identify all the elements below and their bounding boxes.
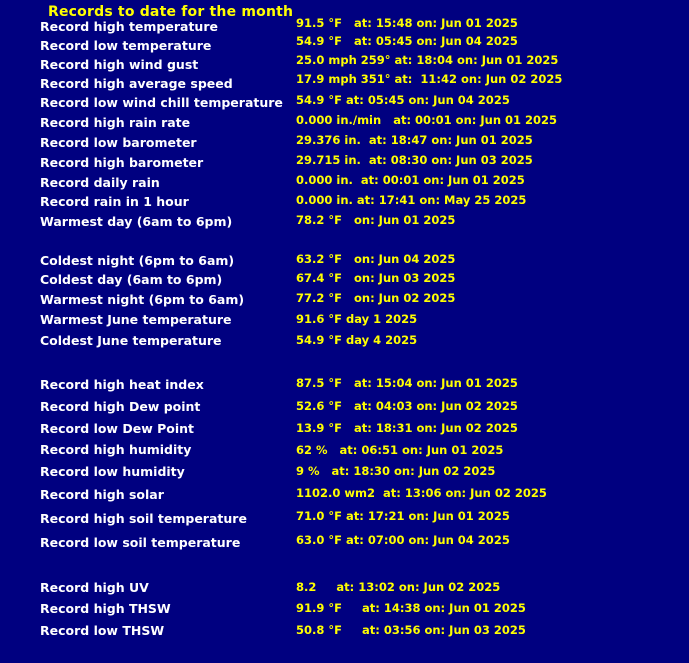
record-low-thsw-label: Record low THSW (40, 623, 165, 638)
record-high-wind-gust-label: Record high wind gust (40, 57, 199, 72)
record-low-thsw-value: 50.8 °F at: 03:56 on: Jun 03 2025 (296, 623, 526, 637)
record-high-dew-point-label: Record high Dew point (40, 399, 201, 414)
record-high-humidity-value: 62 % at: 06:51 on: Jun 01 2025 (296, 443, 504, 457)
record-high-soil-temperature-value: 71.0 °F at: 17:21 on: Jun 01 2025 (296, 509, 510, 523)
record-high-wind-gust-value: 25.0 mph 259° at: 18:04 on: Jun 01 2025 (296, 53, 559, 67)
record-rain-1-hour-label: Record rain in 1 hour (40, 194, 189, 209)
record-high-thsw-value: 91.9 °F at: 14:38 on: Jun 01 2025 (296, 601, 526, 615)
record-high-soil-temperature-label: Record high soil temperature (40, 511, 247, 526)
record-low-wind-chill-value: 54.9 °F at: 05:45 on: Jun 04 2025 (296, 93, 510, 107)
coldest-night-label: Coldest night (6pm to 6am) (40, 253, 235, 268)
record-high-heat-index-label: Record high heat index (40, 377, 204, 392)
record-low-soil-temperature-value: 63.0 °F at: 07:00 on: Jun 04 2025 (296, 533, 510, 547)
record-low-temperature-value: 54.9 °F at: 05:45 on: Jun 04 2025 (296, 34, 518, 48)
record-low-temperature-label: Record low temperature (40, 38, 212, 53)
record-low-barometer-label: Record low barometer (40, 135, 197, 150)
record-high-heat-index-value: 87.5 °F at: 15:04 on: Jun 01 2025 (296, 376, 518, 390)
record-high-thsw-label: Record high THSW (40, 601, 171, 616)
record-high-uv-value: 8.2 at: 13:02 on: Jun 02 2025 (296, 580, 501, 594)
warmest-june-temperature-label: Warmest June temperature (40, 312, 232, 327)
warmest-night-value: 77.2 °F on: Jun 02 2025 (296, 291, 456, 305)
record-high-temperature-label: Record high temperature (40, 19, 218, 34)
record-low-humidity-value: 9 % at: 18:30 on: Jun 02 2025 (296, 464, 496, 478)
record-high-rain-rate-value: 0.000 in./min at: 00:01 on: Jun 01 2025 (296, 113, 558, 127)
record-low-dew-point-label: Record low Dew Point (40, 421, 194, 436)
record-high-barometer-value: 29.715 in. at: 08:30 on: Jun 03 2025 (296, 153, 533, 167)
record-high-average-speed-value: 17.9 mph 351° at: 11:42 on: Jun 02 2025 (296, 72, 563, 86)
coldest-day-value: 67.4 °F on: Jun 03 2025 (296, 271, 456, 285)
record-low-soil-temperature-label: Record low soil temperature (40, 535, 241, 550)
record-high-uv-label: Record high UV (40, 580, 149, 595)
warmest-day-value: 78.2 °F on: Jun 01 2025 (296, 213, 456, 227)
record-daily-rain-label: Record daily rain (40, 175, 160, 190)
warmest-june-temperature-value: 91.6 °F day 1 2025 (296, 312, 418, 326)
record-high-temperature-value: 91.5 °F at: 15:48 on: Jun 01 2025 (296, 16, 518, 30)
record-high-average-speed-label: Record high average speed (40, 76, 233, 91)
page-title: Records to date for the month (48, 4, 294, 20)
record-low-dew-point-value: 13.9 °F at: 18:31 on: Jun 02 2025 (296, 421, 518, 435)
record-low-barometer-value: 29.376 in. at: 18:47 on: Jun 01 2025 (296, 133, 533, 147)
warmest-day-label: Warmest day (6am to 6pm) (40, 214, 233, 229)
record-low-wind-chill-label: Record low wind chill temperature (40, 95, 283, 110)
coldest-june-temperature-label: Coldest June temperature (40, 333, 222, 348)
record-high-humidity-label: Record high humidity (40, 442, 192, 457)
record-high-solar-label: Record high solar (40, 487, 164, 502)
coldest-june-temperature-value: 54.9 °F day 4 2025 (296, 333, 418, 347)
record-rain-1-hour-value: 0.000 in. at: 17:41 on: May 25 2025 (296, 193, 527, 207)
record-daily-rain-value: 0.000 in. at: 00:01 on: Jun 01 2025 (296, 173, 525, 187)
record-high-barometer-label: Record high barometer (40, 155, 204, 170)
coldest-night-value: 63.2 °F on: Jun 04 2025 (296, 252, 456, 266)
record-low-humidity-label: Record low humidity (40, 464, 185, 479)
record-high-rain-rate-label: Record high rain rate (40, 115, 191, 130)
record-high-dew-point-value: 52.6 °F at: 04:03 on: Jun 02 2025 (296, 399, 518, 413)
warmest-night-label: Warmest night (6pm to 6am) (40, 292, 245, 307)
record-high-solar-value: 1102.0 wm2 at: 13:06 on: Jun 02 2025 (296, 486, 547, 500)
coldest-day-label: Coldest day (6am to 6pm) (40, 272, 223, 287)
